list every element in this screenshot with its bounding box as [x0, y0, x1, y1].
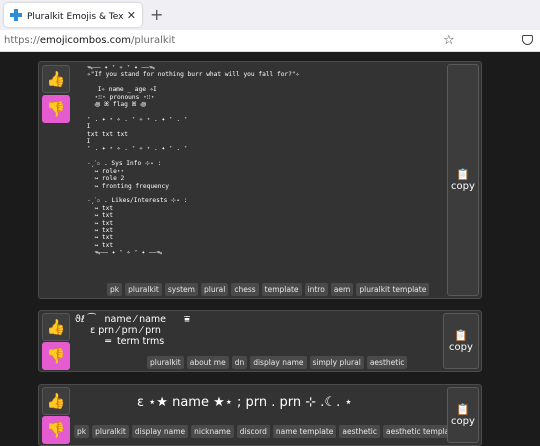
tag[interactable]: system: [164, 283, 198, 296]
thumbs-down-icon: 👎: [46, 347, 66, 365]
tag-list: pk pluralkit system plural chess templat…: [107, 283, 430, 296]
browser-tab[interactable]: Pluralkit Emojis & Text | (づ ̄ ³ ̄)づ ✕: [4, 3, 142, 27]
combo-text[interactable]: ɛ ⋆★ name ★⋆ ; prn . prn ⊹ .☾. ⋆: [137, 395, 352, 410]
tab-title: Pluralkit Emojis & Text | (づ ̄ ³ ̄)づ: [27, 11, 124, 22]
pocket-icon[interactable]: [522, 35, 533, 45]
thumbs-down-icon: 👎: [46, 100, 66, 118]
copy-button[interactable]: 📋 copy: [443, 313, 479, 369]
tag[interactable]: aesthetic: [339, 425, 380, 438]
thumbs-down-icon: 👎: [46, 421, 66, 439]
tag[interactable]: discord: [236, 425, 270, 438]
tag[interactable]: about me: [186, 356, 229, 369]
url-text[interactable]: https://emojicombos.com/pluralkit: [4, 35, 175, 46]
site-favicon-icon: [10, 9, 22, 21]
tag[interactable]: display name: [250, 356, 307, 369]
downvote-button[interactable]: 👎: [42, 342, 70, 370]
tag[interactable]: pluralkit: [147, 356, 184, 369]
tab-strip: Pluralkit Emojis & Text | (づ ̄ ³ ̄)づ ✕ +: [0, 0, 540, 30]
tag[interactable]: pluralkit template: [356, 283, 430, 296]
thumbs-up-icon: 👍: [46, 70, 66, 88]
tag[interactable]: template: [261, 283, 302, 296]
bookmark-star-icon[interactable]: ☆: [443, 33, 455, 48]
tag[interactable]: intro: [304, 283, 328, 296]
combo-text[interactable]: ᯓ—— ✦ ⁺ ✧ ⁺ ✦ ——ᯓ ✧"If you stand for not…: [87, 64, 299, 257]
tag-list: pk pluralkit display name nickname disco…: [74, 425, 460, 438]
thumbs-up-icon: 👍: [46, 392, 66, 410]
tag[interactable]: chess: [231, 283, 259, 296]
combo-card: 👍 👎 ϑℓ ⁀ name ⁄ name ⩸ ɛ prn ⁄ prn ⁄ prn…: [38, 310, 482, 372]
copy-label: copy: [451, 415, 475, 427]
copy-label: copy: [451, 180, 475, 192]
page-content: 👍 👎 ᯓ—— ✦ ⁺ ✧ ⁺ ✦ ——ᯓ ✧"If you stand for…: [0, 53, 540, 446]
url-host: emojicombos.com: [39, 35, 131, 46]
tag[interactable]: display name: [131, 425, 189, 438]
upvote-button[interactable]: 👍: [42, 65, 70, 93]
tag-list: pluralkit about me dn display name simpl…: [147, 356, 408, 369]
close-tab-icon[interactable]: ✕: [127, 9, 136, 22]
downvote-button[interactable]: 👎: [42, 416, 70, 444]
url-scheme: https://: [4, 35, 40, 46]
clipboard-icon: 📋: [456, 167, 470, 181]
tag[interactable]: name template: [272, 425, 337, 438]
tag[interactable]: aem: [330, 283, 354, 296]
tag[interactable]: pluralkit: [125, 283, 162, 296]
tag[interactable]: plural: [200, 283, 229, 296]
clipboard-icon: 📋: [454, 328, 468, 342]
copy-button[interactable]: 📋 copy: [447, 64, 479, 296]
upvote-button[interactable]: 👍: [42, 387, 70, 415]
tag[interactable]: aesthetic: [366, 356, 408, 369]
copy-button[interactable]: 📋 copy: [447, 387, 479, 443]
combo-card: 👍 👎 ɛ ⋆★ name ★⋆ ; prn . prn ⊹ .☾. ⋆ pk …: [38, 384, 482, 446]
copy-label: copy: [449, 341, 473, 353]
downvote-button[interactable]: 👎: [42, 95, 70, 123]
address-bar[interactable]: https://emojicombos.com/pluralkit ☆: [0, 30, 540, 52]
thumbs-up-icon: 👍: [46, 318, 66, 336]
upvote-button[interactable]: 👍: [42, 313, 70, 341]
clipboard-icon: 📋: [456, 402, 470, 416]
tag[interactable]: pk: [74, 425, 90, 438]
tag[interactable]: dn: [231, 356, 248, 369]
combo-text[interactable]: ϑℓ ⁀ name ⁄ name ⩸ ɛ prn ⁄ prn ⁄ prn ═ t…: [75, 314, 190, 347]
combo-card: 👍 👎 ᯓ—— ✦ ⁺ ✧ ⁺ ✦ ——ᯓ ✧"If you stand for…: [38, 61, 482, 299]
tag[interactable]: pk: [107, 283, 123, 296]
url-path: /pluralkit: [131, 35, 176, 46]
new-tab-icon[interactable]: +: [150, 5, 163, 24]
tag[interactable]: nickname: [191, 425, 234, 438]
tag[interactable]: simply plural: [309, 356, 364, 369]
tag[interactable]: pluralkit: [92, 425, 129, 438]
